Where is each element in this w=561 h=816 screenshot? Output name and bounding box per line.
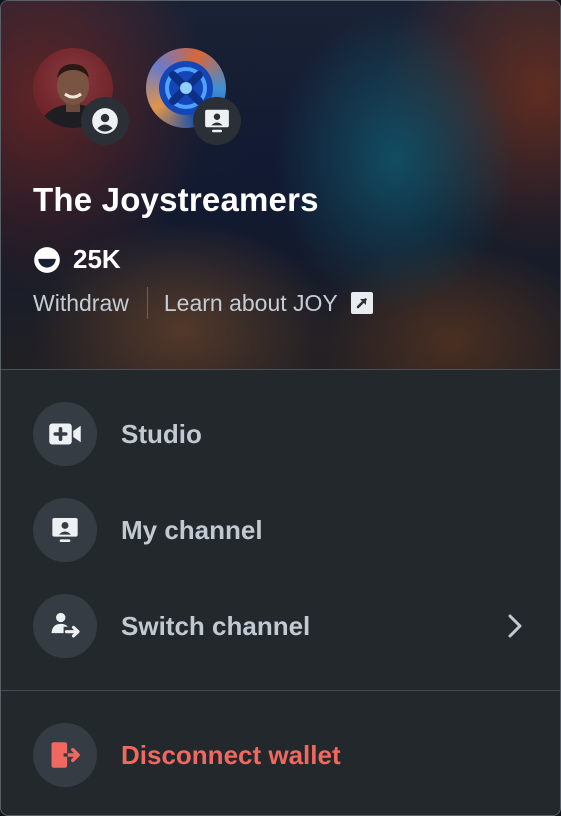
- withdraw-link[interactable]: Withdraw: [33, 290, 129, 317]
- joy-token-icon: [34, 246, 60, 273]
- member-badge: [81, 97, 129, 145]
- switch-user-icon: [51, 612, 80, 638]
- external-link-icon[interactable]: [350, 291, 374, 315]
- header-links: Withdraw Learn about JOY: [33, 287, 374, 319]
- menu-label-my-channel: My channel: [121, 514, 263, 545]
- channel-header: The Joystreamers 25K Withdraw Learn abou…: [1, 1, 560, 370]
- channel-icon: [52, 518, 78, 542]
- learn-about-joy-link[interactable]: Learn about JOY: [164, 290, 338, 317]
- avatars: [1, 1, 560, 151]
- chevron-right-icon: [506, 612, 524, 640]
- channel-badge: [193, 97, 241, 145]
- menu-item-studio[interactable]: Studio: [1, 386, 560, 482]
- user-circle-icon: [92, 108, 118, 134]
- menu-label-switch-channel: Switch channel: [121, 610, 311, 641]
- menu-item-my-channel[interactable]: My channel: [1, 482, 560, 578]
- account-menu: Studio My channel Switch channel Disconn…: [1, 370, 560, 803]
- channel-icon: [205, 109, 229, 133]
- video-plus-icon: [49, 423, 81, 445]
- disconnect-wallet-label: Disconnect wallet: [121, 739, 341, 770]
- account-popover: The Joystreamers 25K Withdraw Learn abou…: [0, 0, 561, 816]
- logout-icon: [51, 742, 80, 768]
- menu-item-switch-channel[interactable]: Switch channel: [1, 578, 560, 674]
- menu-label-studio: Studio: [121, 418, 202, 449]
- disconnect-wallet-button[interactable]: Disconnect wallet: [1, 707, 560, 803]
- balance-value: 25K: [73, 244, 121, 274]
- channel-name: The Joystreamers: [33, 181, 319, 218]
- link-divider: [146, 287, 148, 319]
- joy-balance: 25K: [33, 244, 121, 275]
